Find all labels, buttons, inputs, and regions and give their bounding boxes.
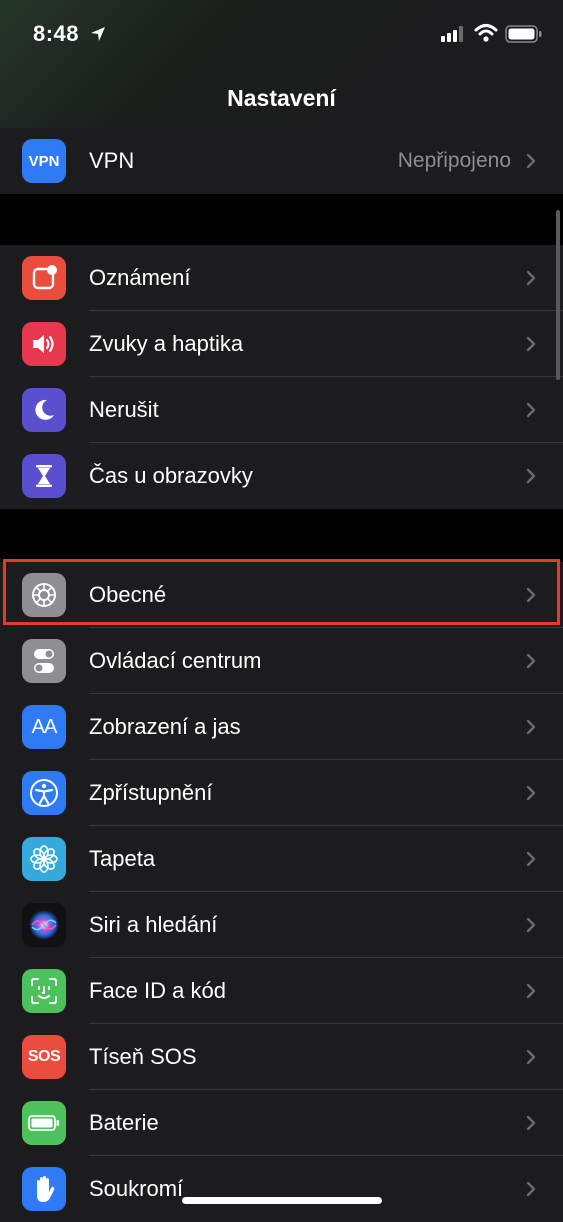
chevron-right-icon (526, 785, 536, 801)
vpn-status-value: Nepřipojeno (397, 149, 511, 172)
chevron-right-icon (526, 1115, 536, 1131)
battery-icon (505, 25, 542, 43)
status-time: 8:48 (33, 21, 80, 46)
chevron-right-icon (526, 153, 536, 169)
cellular-signal-icon (441, 26, 463, 42)
chevron-right-icon (526, 468, 536, 484)
text-size-icon: AA (22, 705, 66, 749)
settings-row-sounds[interactable]: Zvuky a haptika (0, 311, 563, 377)
page-title: Nastavení (227, 85, 336, 111)
header: 8:48 Nastavení (0, 0, 563, 131)
chevron-right-icon (526, 851, 536, 867)
settings-row-label: Čas u obrazovky (89, 463, 253, 488)
siri-icon (22, 903, 66, 947)
settings-group-notifications: Oznámení Zvuky a haptika Nerušit Čas u o… (0, 245, 563, 509)
face-id-icon (22, 969, 66, 1013)
location-arrow-icon (91, 27, 105, 41)
settings-row-face-id[interactable]: Face ID a kód (0, 958, 563, 1024)
vpn-icon: VPN (22, 139, 66, 183)
settings-row-accessibility[interactable]: Zpřístupnění (0, 760, 563, 826)
chevron-right-icon (526, 336, 536, 352)
flower-icon (22, 837, 66, 881)
settings-row-label: Tíseň SOS (89, 1044, 197, 1069)
settings-row-label: Ovládací centrum (89, 648, 262, 673)
settings-row-label: Zpřístupnění (89, 780, 213, 805)
moon-icon (22, 388, 66, 432)
settings-group-network: VPN VPN Nepřipojeno (0, 128, 563, 194)
settings-row-privacy[interactable]: Soukromí (0, 1156, 563, 1222)
home-indicator[interactable] (182, 1197, 382, 1204)
chevron-right-icon (526, 1181, 536, 1197)
toggle-switches-icon (22, 639, 66, 683)
wifi-icon (474, 24, 498, 42)
status-bar: 8:48 (0, 0, 563, 70)
settings-row-notifications[interactable]: Oznámení (0, 245, 563, 311)
accessibility-icon (22, 771, 66, 815)
settings-row-label: Zobrazení a jas (89, 714, 241, 739)
chevron-right-icon (526, 653, 536, 669)
scroll-indicator[interactable] (556, 210, 560, 380)
settings-row-label: Face ID a kód (89, 978, 226, 1003)
notifications-icon (22, 256, 66, 300)
battery-settings-icon (22, 1101, 66, 1145)
hand-icon (22, 1167, 66, 1211)
settings-row-battery[interactable]: Baterie (0, 1090, 563, 1156)
highlight-box (3, 559, 560, 625)
settings-row-do-not-disturb[interactable]: Nerušit (0, 377, 563, 443)
settings-row-display[interactable]: AA Zobrazení a jas (0, 694, 563, 760)
settings-row-emergency-sos[interactable]: SOS Tíseň SOS (0, 1024, 563, 1090)
settings-row-siri[interactable]: Siri a hledání (0, 892, 563, 958)
speaker-icon (22, 322, 66, 366)
settings-row-label: VPN (89, 148, 135, 173)
hourglass-icon (22, 454, 66, 498)
settings-row-screen-time[interactable]: Čas u obrazovky (0, 443, 563, 509)
settings-row-control-center[interactable]: Ovládací centrum (0, 628, 563, 694)
settings-row-label: Soukromí (89, 1176, 184, 1201)
chevron-right-icon (526, 270, 536, 286)
chevron-right-icon (526, 983, 536, 999)
settings-row-wallpaper[interactable]: Tapeta (0, 826, 563, 892)
sos-icon: SOS (22, 1035, 66, 1079)
settings-group-general: Obecné Ovládací centrum AA Zobrazení a j… (0, 562, 563, 1222)
chevron-right-icon (526, 1049, 536, 1065)
settings-row-label: Zvuky a haptika (89, 331, 244, 356)
chevron-right-icon (526, 719, 536, 735)
chevron-right-icon (526, 917, 536, 933)
settings-row-label: Tapeta (89, 846, 156, 871)
settings-row-label: Siri a hledání (89, 912, 218, 937)
settings-row-label: Baterie (89, 1110, 159, 1135)
settings-row-label: Nerušit (89, 397, 159, 422)
chevron-right-icon (526, 402, 536, 418)
settings-row-vpn[interactable]: VPN VPN Nepřipojeno (0, 128, 563, 194)
settings-row-label: Oznámení (89, 265, 191, 290)
